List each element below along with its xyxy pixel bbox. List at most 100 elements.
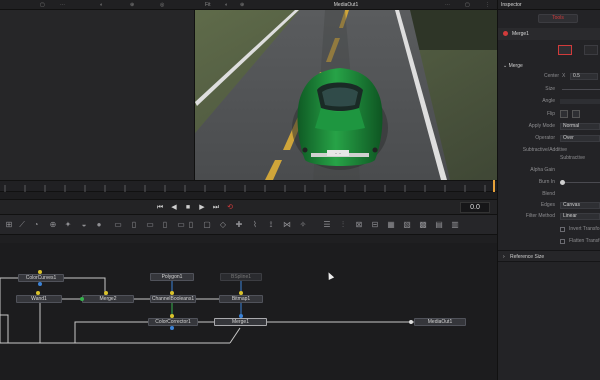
- operator-label: Operator: [535, 135, 555, 141]
- edges-dropdown[interactable]: Canvas: [560, 202, 600, 209]
- go-to-end-button[interactable]: ⏭: [211, 203, 221, 212]
- input-port[interactable]: [409, 320, 413, 324]
- tool-icon[interactable]: ▩: [418, 220, 428, 230]
- tool-icon[interactable]: ⊕: [48, 220, 58, 230]
- tool-icon[interactable]: ☰: [322, 220, 332, 230]
- tool-icon[interactable]: ⟟: [266, 220, 276, 230]
- filter-method-dropdown[interactable]: Linear: [560, 213, 600, 220]
- flip-horizontal-icon[interactable]: [560, 110, 568, 118]
- tool-icon[interactable]: ◔: [31, 220, 41, 230]
- node-wand[interactable]: Wand1: [16, 295, 62, 303]
- tool-icon[interactable]: ●: [94, 220, 104, 230]
- viewer-tool-icon[interactable]: ▢: [465, 2, 470, 8]
- node-bitmap[interactable]: Bitmap1: [219, 295, 263, 303]
- current-time-field[interactable]: 0.0: [460, 202, 490, 213]
- input-port[interactable]: [239, 291, 243, 295]
- mask-port[interactable]: [239, 314, 243, 318]
- node-header[interactable]: Merge1: [498, 28, 600, 40]
- play-reverse-button[interactable]: ◀: [169, 203, 179, 212]
- svg-text:·· ··: ·· ··: [335, 151, 341, 156]
- tool-icon[interactable]: ⫶: [338, 220, 348, 230]
- input-port[interactable]: [170, 314, 174, 318]
- tool-icon[interactable]: ✧: [298, 220, 308, 230]
- tab-tools[interactable]: Tools: [538, 14, 578, 23]
- node-bspline[interactable]: BSpline1: [220, 273, 262, 281]
- left-viewer[interactable]: [0, 0, 195, 180]
- viewer-image[interactable]: ·· ··: [195, 10, 497, 180]
- tool-icon[interactable]: ▯: [186, 220, 196, 230]
- transport-bar: ⏮ ◀ ■ ▶ ⏭ ⟲ 0.0: [0, 200, 497, 215]
- tool-icon[interactable]: ▭: [113, 220, 123, 230]
- time-ruler[interactable]: [0, 180, 497, 192]
- tool-icon[interactable]: ◇: [218, 220, 228, 230]
- burn-in-knob[interactable]: [560, 180, 565, 185]
- viewer-tool-icon[interactable]: ⊕: [130, 2, 134, 8]
- node-mediaout[interactable]: MediaOut1: [414, 318, 466, 326]
- flatten-transform-checkbox[interactable]: [560, 239, 565, 244]
- mask-port[interactable]: [170, 326, 174, 330]
- node-editor[interactable]: ColorCurves1 Polygon1 BSpline1 Wand1 Mer…: [0, 243, 497, 380]
- node-channelbooleans[interactable]: ChannelBooleans1: [150, 295, 196, 303]
- tool-icon[interactable]: ▢: [202, 220, 212, 230]
- viewer-menu-icon[interactable]: ⋮: [485, 2, 490, 8]
- scrub-strip[interactable]: [0, 192, 497, 200]
- tool-icon[interactable]: ⊞: [4, 220, 14, 230]
- tool-icon[interactable]: ⌇: [250, 220, 260, 230]
- flatten-transform-label: Flatten Transform: [569, 238, 600, 244]
- viewer-tool-icon[interactable]: ▢: [40, 2, 45, 8]
- section-merge[interactable]: ⌄ Merge: [503, 63, 523, 69]
- subtractive-row: Subtractive: [498, 154, 600, 163]
- size-slider[interactable]: [562, 89, 600, 90]
- tool-icon[interactable]: ✦: [63, 220, 73, 230]
- common-tab-icon[interactable]: [584, 45, 598, 55]
- viewer-tool-icon[interactable]: ⋯: [60, 2, 65, 8]
- loop-icon[interactable]: ⟲: [225, 203, 235, 212]
- tool-icon[interactable]: ▯: [129, 220, 139, 230]
- node-merge1[interactable]: Merge1: [214, 318, 267, 326]
- tool-icon[interactable]: ⊠: [354, 220, 364, 230]
- tool-icon[interactable]: ◒: [79, 220, 89, 230]
- node-merge2[interactable]: Merge2: [82, 295, 134, 303]
- tool-icon[interactable]: ▧: [402, 220, 412, 230]
- settings-tab-icon[interactable]: [558, 45, 572, 55]
- tool-icon[interactable]: ⟋: [17, 220, 27, 230]
- input-port[interactable]: [170, 291, 174, 295]
- tool-icon[interactable]: ▥: [450, 220, 460, 230]
- tool-icon[interactable]: ▦: [386, 220, 396, 230]
- apply-mode-dropdown[interactable]: Normal: [560, 123, 600, 130]
- tool-icon[interactable]: ▤: [434, 220, 444, 230]
- tool-icon[interactable]: ⊟: [370, 220, 380, 230]
- play-forward-button[interactable]: ▶: [197, 203, 207, 212]
- node-polygon[interactable]: Polygon1: [150, 273, 194, 281]
- node-enable-icon[interactable]: [503, 31, 508, 36]
- tool-icon[interactable]: ▭: [176, 220, 186, 230]
- center-row: Center X 0.5: [498, 72, 600, 81]
- burn-in-slider[interactable]: [562, 182, 600, 183]
- tool-icon[interactable]: ▯: [160, 220, 170, 230]
- input-port[interactable]: [38, 270, 42, 274]
- node-colorcurves[interactable]: ColorCurves1: [18, 274, 64, 282]
- section-reference-size[interactable]: › Reference Size: [498, 250, 600, 262]
- viewer-tool-icon[interactable]: ◐: [100, 2, 103, 8]
- stop-button[interactable]: ■: [183, 203, 193, 212]
- playhead[interactable]: [493, 180, 495, 192]
- tool-icon[interactable]: ⋈: [282, 220, 292, 230]
- viewer-tool-icon[interactable]: ⋯: [445, 2, 450, 8]
- node-colorcorrector[interactable]: ColorCorrector1: [148, 318, 198, 326]
- input-port[interactable]: [104, 291, 108, 295]
- input-port[interactable]: [80, 297, 84, 301]
- node-label: Bitmap1: [231, 296, 251, 302]
- input-port[interactable]: [36, 291, 40, 295]
- tool-icon[interactable]: ✚: [234, 220, 244, 230]
- mask-port[interactable]: [38, 282, 42, 286]
- node-label: MediaOut1: [427, 319, 453, 325]
- operator-dropdown[interactable]: Over: [560, 135, 600, 142]
- angle-slider[interactable]: [560, 99, 600, 104]
- viewer-tool-icon[interactable]: ◎: [160, 2, 164, 8]
- go-to-start-button[interactable]: ⏮: [155, 203, 165, 212]
- flip-vertical-icon[interactable]: [572, 110, 580, 118]
- center-x-field[interactable]: 0.5: [570, 73, 598, 80]
- invert-transform-checkbox[interactable]: [560, 227, 565, 232]
- tool-icon[interactable]: ▭: [145, 220, 155, 230]
- center-x-label: X: [562, 73, 566, 79]
